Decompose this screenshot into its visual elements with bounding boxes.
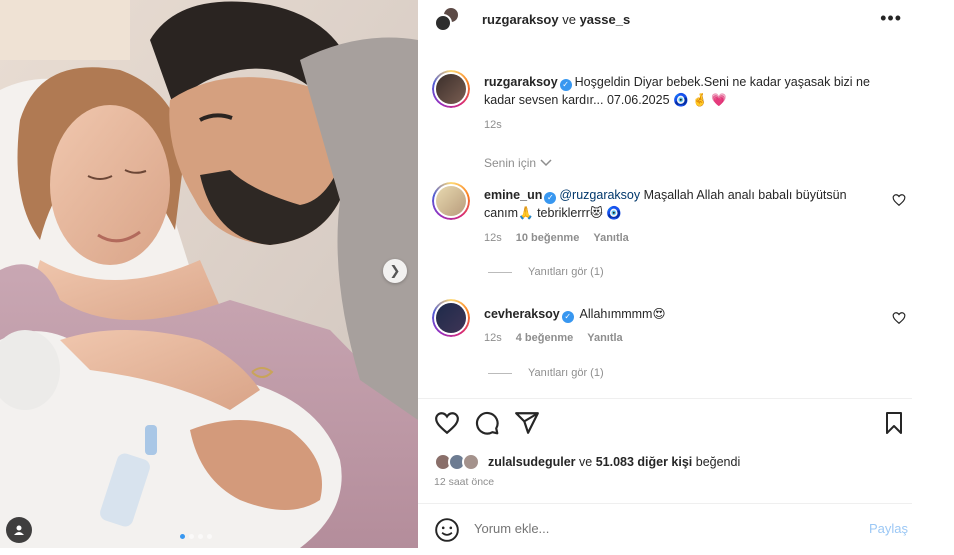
comment-text: Allahımmmm😍 [576, 307, 666, 321]
comment-meta: 12s 10 beğenme Yanıtla [484, 232, 629, 244]
post-photo[interactable]: ❯ [0, 0, 418, 548]
tagged-users-button[interactable] [6, 517, 32, 543]
post-header: ruzgaraksoy ve yasse_s ••• [418, 0, 912, 38]
verified-badge-icon: ✓ [544, 192, 557, 204]
next-photo-button[interactable]: ❯ [383, 259, 407, 283]
carousel-dots [180, 534, 212, 539]
authors-joiner: ve [558, 12, 580, 27]
divider [418, 398, 912, 399]
verified-badge-icon: ✓ [561, 311, 574, 323]
comment-body: emine_un ✓ @ruzgaraksoy Maşallah Allah ana… [484, 186, 884, 222]
share-icon[interactable] [514, 410, 540, 436]
add-comment-bar: Paylaş [418, 504, 912, 555]
comment-time: 12s [484, 332, 502, 344]
next-arrow-icon: ❯ [389, 263, 401, 278]
view-replies-button[interactable]: Yanıtları gör (1) [488, 266, 604, 278]
avatar [434, 14, 452, 32]
comment-body: cevheraksoy ✓ Allahımmmm😍 [484, 305, 884, 323]
comment-avatar[interactable] [432, 299, 470, 337]
comment-username[interactable]: emine_un [484, 188, 542, 202]
post-comment-button[interactable]: Paylaş [869, 521, 908, 536]
for-you-filter[interactable]: Senin için [484, 156, 552, 170]
liker-username[interactable]: zulalsudeguler [488, 455, 576, 469]
verified-badge-icon: ✓ [559, 79, 572, 91]
post-caption: ruzgaraksoy ✓ Hoşgeldin Diyar bebek.Seni n… [484, 73, 904, 109]
likes-suffix: beğendi [692, 455, 741, 469]
post-time-ago: 12 saat önce [434, 476, 495, 488]
comment-input[interactable] [474, 521, 804, 536]
more-options-icon[interactable]: ••• [880, 8, 902, 29]
likes-summary[interactable]: zulalsudeguler ve 51.083 diğer kişi beğe… [434, 453, 740, 471]
comment-icon[interactable] [474, 410, 500, 436]
emoji-icon[interactable] [434, 517, 460, 543]
comment-like-heart-icon[interactable] [892, 193, 906, 207]
collab-avatars[interactable] [434, 6, 460, 32]
carousel-dot [189, 534, 194, 539]
caption-avatar[interactable] [432, 70, 470, 108]
carousel-dot [198, 534, 203, 539]
likes-joiner: ve [575, 455, 596, 469]
carousel-dot-active [180, 534, 185, 539]
carousel-dot [207, 534, 212, 539]
view-replies-button[interactable]: Yanıtları gör (1) [488, 367, 604, 379]
heart-icon[interactable] [434, 410, 460, 436]
author-username[interactable]: ruzgaraksoy [482, 12, 559, 27]
user-tag-icon [14, 525, 24, 535]
comment-mention[interactable]: @ruzgaraksoy [559, 188, 640, 202]
likes-others-count[interactable]: 51.083 diğer kişi [596, 455, 693, 469]
comment-time: 12s [484, 232, 502, 244]
bookmark-icon[interactable] [882, 410, 906, 436]
comment-likes[interactable]: 4 beğenme [516, 332, 573, 344]
post-authors: ruzgaraksoy ve yasse_s [482, 12, 630, 27]
comment-meta: 12s 4 beğenme Yanıtla [484, 332, 623, 344]
reply-button[interactable]: Yanıtla [587, 332, 622, 344]
for-you-label: Senin için [484, 156, 537, 170]
reply-button[interactable]: Yanıtla [593, 232, 628, 244]
liker-avatars [434, 453, 484, 471]
comment-likes[interactable]: 10 beğenme [516, 232, 580, 244]
post-details-panel: ruzgaraksoy ve yasse_s ••• ruzgaraksoy ✓ H… [418, 0, 912, 555]
caption-time: 12s [484, 119, 502, 131]
caption-username[interactable]: ruzgaraksoy [484, 75, 558, 89]
coauthor-username[interactable]: yasse_s [580, 12, 631, 27]
comment-username[interactable]: cevheraksoy [484, 307, 560, 321]
comment-avatar[interactable] [432, 182, 470, 220]
comment-like-heart-icon[interactable] [892, 311, 906, 325]
avatar [462, 453, 480, 471]
hospital-photo-image [0, 0, 418, 548]
view-replies-label: Yanıtları gör (1) [528, 367, 604, 379]
view-replies-label: Yanıtları gör (1) [528, 266, 604, 278]
chevron-down-icon [540, 159, 552, 167]
